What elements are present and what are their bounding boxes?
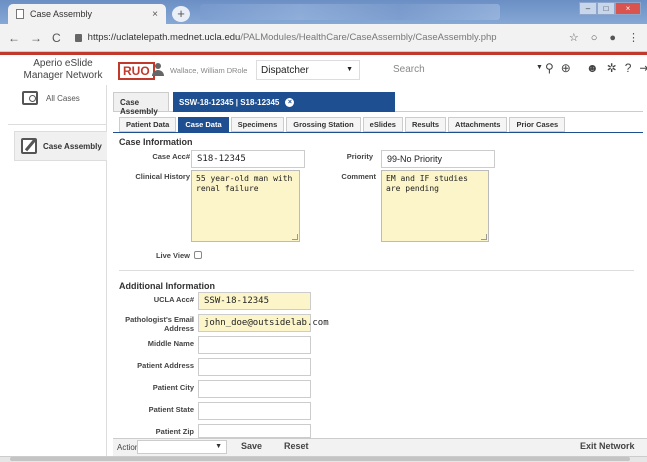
- tab-prior-cases[interactable]: Prior Cases: [509, 117, 566, 132]
- cases-search-icon: [22, 91, 38, 105]
- sub-tab-strip: Patient Data Case Data Specimens Grossin…: [119, 117, 566, 132]
- live-view-checkbox[interactable]: [194, 251, 202, 259]
- tab-case-label: SSW-18-12345 | S18-12345: [179, 97, 280, 107]
- search-dropdown-icon[interactable]: ▼: [536, 64, 543, 71]
- search-input[interactable]: Search: [385, 60, 535, 80]
- new-tab-button[interactable]: +: [172, 6, 190, 22]
- clinical-history-label: Clinical History: [135, 172, 190, 181]
- page-icon: [16, 9, 24, 19]
- tab-case-assembly[interactable]: Case Assembly: [113, 92, 169, 116]
- priority-label: Priority: [346, 152, 373, 161]
- patient-city-input[interactable]: [198, 380, 311, 398]
- middle-name-label: Middle Name: [147, 339, 194, 348]
- role-label: Role: [232, 66, 248, 75]
- email-label: Pathologist's Email Address: [125, 315, 194, 333]
- search-icon[interactable]: ⚲: [545, 61, 554, 75]
- tab-case-data[interactable]: Case Data: [178, 117, 229, 132]
- tab-results[interactable]: Results: [404, 117, 447, 132]
- window-close-button[interactable]: ×: [615, 2, 641, 15]
- url-host: https://uclatelepath.mednet.ucla.edu: [87, 32, 241, 43]
- edit-icon: [21, 138, 37, 154]
- sidebar-item-case-assembly[interactable]: Case Assembly: [14, 131, 107, 161]
- patient-address-label: Patient Address: [137, 361, 194, 370]
- browser-tab-title: Case Assembly: [30, 9, 93, 19]
- back-icon[interactable]: ←: [8, 31, 20, 45]
- subtab-underline: [113, 132, 643, 133]
- comment-textarea[interactable]: EM and IF studies are pending: [381, 170, 489, 242]
- tab-case[interactable]: SSW-18-12345 | S18-12345 ×: [173, 92, 395, 112]
- users-icon[interactable]: ☻: [586, 61, 599, 75]
- section-title-additional-info: Additional Information: [119, 281, 215, 291]
- username: Wallace, William D: [170, 66, 233, 75]
- sidebar-item-label: All Cases: [46, 93, 80, 103]
- clinical-history-textarea[interactable]: 55 year-old man with renal failure: [191, 170, 300, 242]
- comment-label: Comment: [341, 172, 376, 181]
- section-divider: [119, 270, 634, 271]
- tab-specimens[interactable]: Specimens: [230, 117, 285, 132]
- main-tab-strip: Case Assembly SSW-18-12345 | S18-12345 ×: [113, 92, 643, 116]
- tab-eslides[interactable]: eSlides: [362, 117, 403, 132]
- patient-zip-input[interactable]: [198, 424, 311, 438]
- patient-city-label: Patient City: [152, 383, 194, 392]
- save-button[interactable]: Save: [241, 441, 262, 451]
- minimize-button[interactable]: –: [579, 2, 597, 15]
- sidebar-item-all-cases[interactable]: All Cases: [22, 91, 80, 105]
- lock-icon: [74, 33, 82, 42]
- chevron-down-icon: ▼: [215, 443, 222, 450]
- scrollbar-thumb[interactable]: [10, 457, 630, 461]
- ucla-acc-label: UCLA Acc#: [153, 295, 194, 304]
- role-select[interactable]: Dispatcher ▼: [256, 60, 360, 80]
- maximize-button[interactable]: □: [597, 2, 615, 15]
- logout-icon[interactable]: ⇥: [639, 61, 647, 75]
- close-tab-icon[interactable]: ×: [152, 9, 158, 20]
- patient-state-input[interactable]: [198, 402, 311, 420]
- window-controls: – □ ×: [579, 2, 641, 15]
- action-select[interactable]: ▼: [137, 440, 227, 454]
- case-acc-input[interactable]: S18-12345: [191, 150, 305, 168]
- extension-icon[interactable]: ○: [591, 32, 598, 44]
- priority-select[interactable]: 99-No Priority: [381, 150, 495, 168]
- patient-address-input[interactable]: [198, 358, 311, 376]
- exit-network-button[interactable]: Exit Network: [580, 441, 635, 451]
- patient-state-label: Patient State: [148, 405, 194, 414]
- url-field[interactable]: https://uclatelepath.mednet.ucla.edu/PAL…: [74, 32, 497, 43]
- zoom-icon[interactable]: ⊕: [561, 61, 571, 75]
- ruo-badge: RUO: [118, 62, 155, 80]
- chevron-down-icon: ▼: [346, 66, 353, 73]
- forward-icon[interactable]: →: [30, 31, 42, 45]
- section-title-case-info: Case Information: [119, 137, 193, 147]
- patient-zip-label: Patient Zip: [155, 427, 194, 436]
- url-path: /PALModules/HealthCare/CaseAssembly/Case…: [240, 32, 497, 43]
- bookmark-star-icon[interactable]: ☆: [569, 31, 579, 44]
- reload-icon[interactable]: C: [52, 31, 61, 45]
- app-brand: Aperio eSlide Manager Network: [23, 58, 103, 81]
- sidebar-item-label: Case Assembly: [43, 141, 102, 151]
- live-view-label: Live View: [155, 251, 190, 260]
- reset-button[interactable]: Reset: [284, 441, 309, 451]
- gear-icon[interactable]: ✲: [607, 61, 617, 75]
- close-icon[interactable]: ×: [285, 97, 295, 107]
- tab-patient-data[interactable]: Patient Data: [119, 117, 177, 132]
- browser-tab[interactable]: Case Assembly ×: [8, 4, 166, 24]
- email-field[interactable]: john_doe@outsidelab.com: [198, 314, 329, 332]
- profile-icon[interactable]: ●: [609, 32, 616, 44]
- address-bar: ← → C https://uclatelepath.mednet.ucla.e…: [0, 24, 647, 52]
- user-icon: [151, 63, 165, 77]
- ucla-acc-input[interactable]: SSW-18-12345: [198, 292, 311, 310]
- middle-name-input[interactable]: [198, 336, 311, 354]
- menu-icon[interactable]: ⋮: [628, 31, 639, 44]
- tab-attachments[interactable]: Attachments: [448, 117, 508, 132]
- sidebar-divider: [8, 124, 106, 125]
- help-icon[interactable]: ?: [625, 61, 632, 75]
- role-value: Dispatcher: [261, 65, 309, 76]
- tab-grossing-station[interactable]: Grossing Station: [286, 117, 361, 132]
- blurred-tab-strip: [200, 4, 500, 20]
- case-acc-label: Case Acc#: [152, 152, 190, 161]
